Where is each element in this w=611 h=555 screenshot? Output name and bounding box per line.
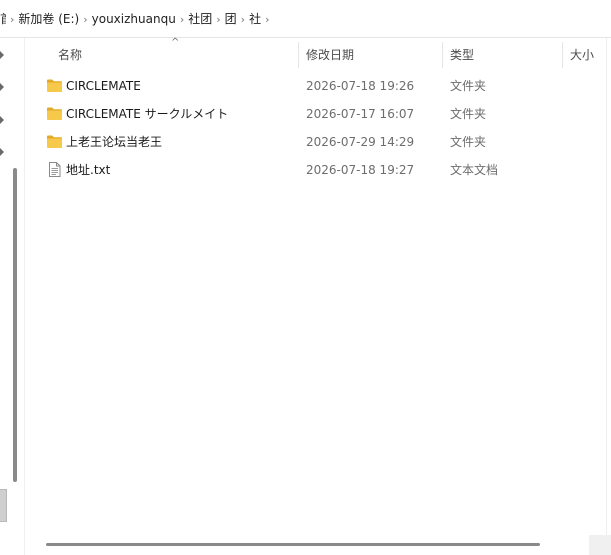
breadcrumb-item-youxizhuanqu[interactable]: youxizhuanqu xyxy=(92,12,176,26)
column-date-modified[interactable]: 修改日期 xyxy=(306,38,354,72)
text-file-icon xyxy=(49,162,61,177)
file-type: 文件夹 xyxy=(450,107,487,121)
folder-icon xyxy=(47,79,62,92)
chevron-right-icon[interactable] xyxy=(0,83,4,91)
breadcrumb[interactable]: 首 › 新加卷 (E:) › youxizhuanqu › 社团 › 团 › 社… xyxy=(0,0,611,38)
list-item[interactable]: 地址.txt 2026-07-18 19:27 文本文档 xyxy=(39,156,609,184)
scrollbar-corner xyxy=(589,535,611,555)
folder-icon xyxy=(47,135,62,148)
breadcrumb-separator-icon[interactable]: › xyxy=(79,13,91,26)
file-type: 文本文档 xyxy=(450,163,499,177)
column-divider[interactable] xyxy=(442,42,443,68)
file-date-modified: 2026-07-17 16:07 xyxy=(306,107,415,121)
breadcrumb-item-tuan[interactable]: 团 xyxy=(225,10,237,27)
file-name: 上老王论坛当老王 xyxy=(66,135,163,149)
breadcrumb-item-she[interactable]: 社 xyxy=(249,10,261,27)
file-date-modified: 2026-07-29 14:29 xyxy=(306,135,415,149)
breadcrumb-item-shetuan[interactable]: 社团 xyxy=(188,10,212,27)
vertical-divider xyxy=(606,38,607,535)
column-type[interactable]: 类型 xyxy=(450,38,474,72)
scrollbar-thumb[interactable] xyxy=(46,543,540,546)
nav-scrollbar[interactable] xyxy=(13,168,17,482)
column-name[interactable]: 名称 xyxy=(58,38,82,72)
horizontal-scrollbar[interactable] xyxy=(25,535,611,555)
navigation-pane xyxy=(0,38,25,555)
breadcrumb-separator-icon[interactable]: › xyxy=(212,13,224,26)
breadcrumb-separator-icon[interactable]: › xyxy=(6,13,18,26)
folder-icon xyxy=(47,107,62,120)
chevron-right-icon[interactable] xyxy=(0,51,4,59)
column-divider[interactable] xyxy=(562,42,563,68)
file-list: ^ 名称 修改日期 类型 大小 CIRCLEMATE 2026-07-18 19… xyxy=(25,38,611,555)
nav-pane-splitter[interactable] xyxy=(0,489,7,522)
chevron-right-icon[interactable] xyxy=(0,116,4,124)
list-item[interactable]: CIRCLEMATE 2026-07-18 19:26 文件夹 xyxy=(39,72,609,100)
breadcrumb-item-drive[interactable]: 新加卷 (E:) xyxy=(18,10,79,27)
file-type: 文件夹 xyxy=(450,135,487,149)
list-item[interactable]: CIRCLEMATE サークルメイト 2026-07-17 16:07 文件夹 xyxy=(39,100,609,128)
file-date-modified: 2026-07-18 19:27 xyxy=(306,163,415,177)
file-explorer-window: 首 › 新加卷 (E:) › youxizhuanqu › 社团 › 团 › 社… xyxy=(0,0,611,555)
list-item[interactable]: 上老王论坛当老王 2026-07-29 14:29 文件夹 xyxy=(39,128,609,156)
breadcrumb-separator-icon[interactable]: › xyxy=(237,13,249,26)
file-name: 地址.txt xyxy=(66,163,111,177)
file-date-modified: 2026-07-18 19:26 xyxy=(306,79,415,93)
column-header: ^ 名称 修改日期 类型 大小 xyxy=(25,38,611,72)
chevron-right-icon[interactable] xyxy=(0,148,4,156)
sort-ascending-icon: ^ xyxy=(171,37,180,48)
breadcrumb-separator-icon[interactable]: › xyxy=(261,13,273,26)
file-type: 文件夹 xyxy=(450,79,487,93)
column-divider[interactable] xyxy=(298,42,299,68)
breadcrumb-separator-icon[interactable]: › xyxy=(176,13,188,26)
column-size[interactable]: 大小 xyxy=(570,38,594,72)
file-name: CIRCLEMATE xyxy=(66,79,141,93)
file-name: CIRCLEMATE サークルメイト xyxy=(66,107,229,121)
